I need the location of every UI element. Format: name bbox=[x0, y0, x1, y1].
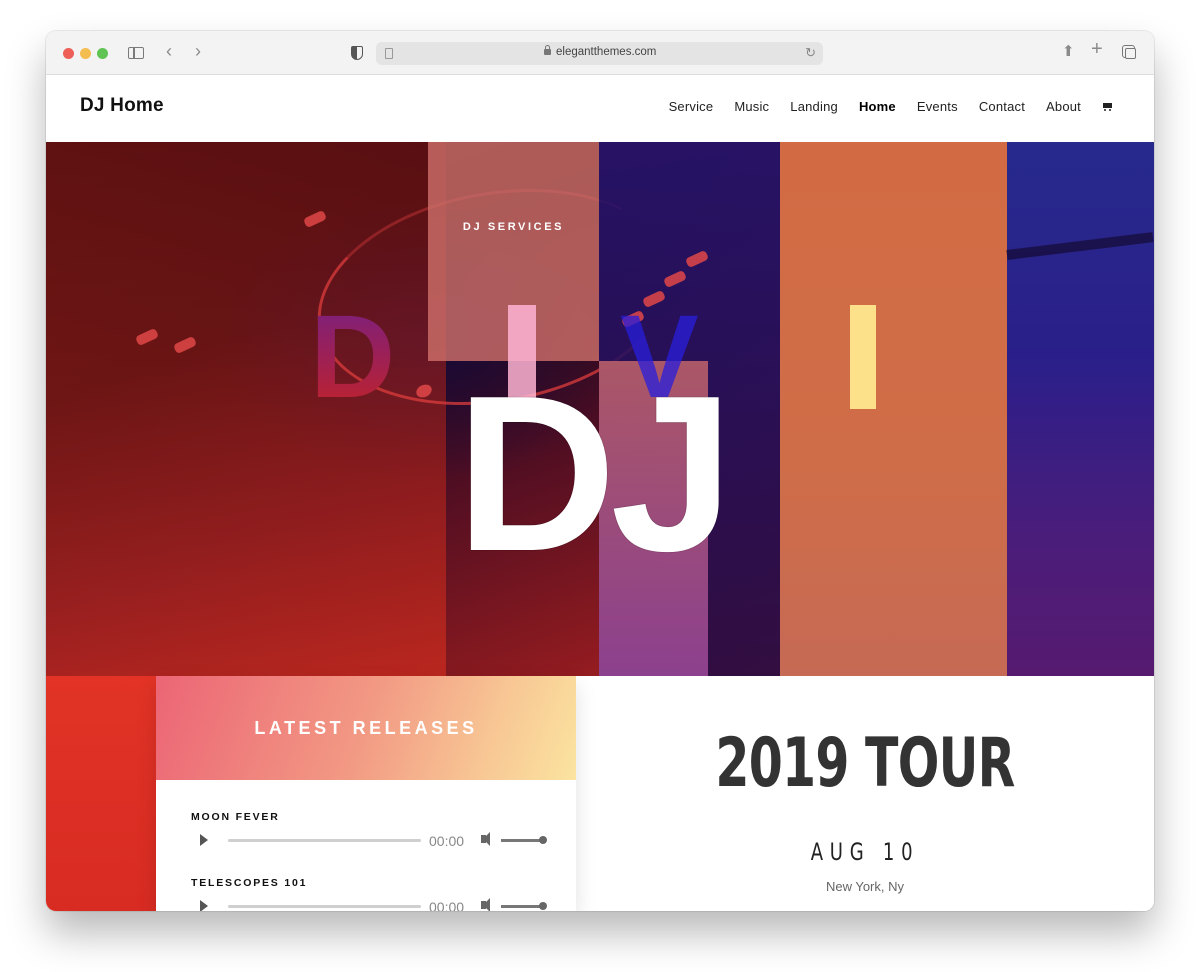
track-item: MOON FEVER 00:00 bbox=[191, 811, 551, 851]
minimize-window-button[interactable] bbox=[80, 48, 91, 59]
privacy-shield-icon[interactable] bbox=[351, 46, 363, 60]
tour-date: AUG 10 bbox=[810, 838, 920, 866]
page-icon bbox=[385, 48, 393, 59]
site-header: DJ Home Service Music Landing Home Event… bbox=[46, 75, 1154, 142]
volume-icon[interactable] bbox=[481, 898, 490, 911]
volume-handle[interactable] bbox=[539, 836, 547, 844]
audio-player: 00:00 bbox=[191, 895, 551, 911]
volume-slider[interactable] bbox=[501, 836, 547, 844]
volume-fill bbox=[501, 905, 543, 908]
track-title: TELESCOPES 101 bbox=[191, 877, 308, 889]
track-item: TELESCOPES 101 00:00 bbox=[191, 877, 551, 911]
audio-player: 00:00 bbox=[191, 829, 551, 851]
site-logo[interactable]: DJ Home bbox=[80, 95, 164, 117]
reload-icon[interactable]: ↻ bbox=[805, 45, 816, 61]
volume-fill bbox=[501, 839, 543, 842]
browser-window: ‹ › elegantthemes.com ↻ ⬆ + DJ Home Serv… bbox=[46, 31, 1154, 911]
nav-item-contact[interactable]: Contact bbox=[979, 99, 1025, 114]
hero-panel-blue bbox=[1007, 142, 1154, 676]
shopping-cart-icon[interactable] bbox=[1102, 102, 1114, 112]
lower-section: LATEST RELEASES MOON FEVER 00:00 TELESCO… bbox=[46, 676, 1154, 911]
play-icon[interactable] bbox=[200, 834, 208, 846]
nav-item-home[interactable]: Home bbox=[859, 99, 896, 114]
nav-item-events[interactable]: Events bbox=[917, 99, 958, 114]
url-text[interactable]: elegantthemes.com bbox=[556, 46, 656, 58]
maximize-window-button[interactable] bbox=[97, 48, 108, 59]
hero-title: DJ bbox=[456, 350, 734, 598]
share-icon[interactable]: ⬆ bbox=[1062, 43, 1075, 61]
tab-overview-icon[interactable] bbox=[1122, 45, 1136, 59]
background-letter-d: D bbox=[310, 291, 396, 423]
back-icon[interactable]: ‹ bbox=[166, 42, 172, 60]
close-window-button[interactable] bbox=[63, 48, 74, 59]
volume-slider[interactable] bbox=[501, 902, 547, 910]
background-letter-i bbox=[850, 305, 876, 409]
latest-releases-card: LATEST RELEASES MOON FEVER 00:00 TELESCO… bbox=[156, 676, 576, 911]
red-accent-strip bbox=[46, 676, 156, 911]
seek-bar[interactable] bbox=[228, 839, 421, 842]
tour-title: 2019 TOUR bbox=[715, 724, 1015, 803]
main-nav: Service Music Landing Home Events Contac… bbox=[648, 99, 1114, 114]
play-icon[interactable] bbox=[200, 900, 208, 911]
hero-section: D V DJ SERVICES DJ bbox=[46, 142, 1154, 676]
nav-item-landing[interactable]: Landing bbox=[790, 99, 838, 114]
lock-icon bbox=[544, 45, 551, 55]
sidebar-toggle-icon[interactable] bbox=[128, 47, 144, 59]
tour-section: 2019 TOUR AUG 10 New York, Ny bbox=[576, 676, 1154, 911]
browser-toolbar: ‹ › elegantthemes.com ↻ ⬆ + bbox=[46, 31, 1154, 75]
track-time: 00:00 bbox=[429, 899, 465, 911]
address-bar[interactable]: elegantthemes.com ↻ bbox=[376, 42, 823, 65]
nav-item-service[interactable]: Service bbox=[669, 99, 714, 114]
forward-icon[interactable]: › bbox=[195, 42, 201, 60]
releases-header: LATEST RELEASES bbox=[156, 676, 576, 780]
nav-item-music[interactable]: Music bbox=[734, 99, 769, 114]
volume-icon[interactable] bbox=[481, 832, 490, 846]
hero-panel-orange bbox=[780, 142, 1007, 676]
track-time: 00:00 bbox=[429, 833, 465, 849]
track-title: MOON FEVER bbox=[191, 811, 280, 823]
seek-bar[interactable] bbox=[228, 905, 421, 908]
new-tab-icon[interactable]: + bbox=[1091, 39, 1103, 59]
volume-handle[interactable] bbox=[539, 902, 547, 910]
tour-location: New York, Ny bbox=[825, 879, 905, 894]
hero-kicker: DJ SERVICES bbox=[462, 221, 565, 233]
releases-title: LATEST RELEASES bbox=[254, 718, 478, 738]
nav-item-about[interactable]: About bbox=[1046, 99, 1081, 114]
